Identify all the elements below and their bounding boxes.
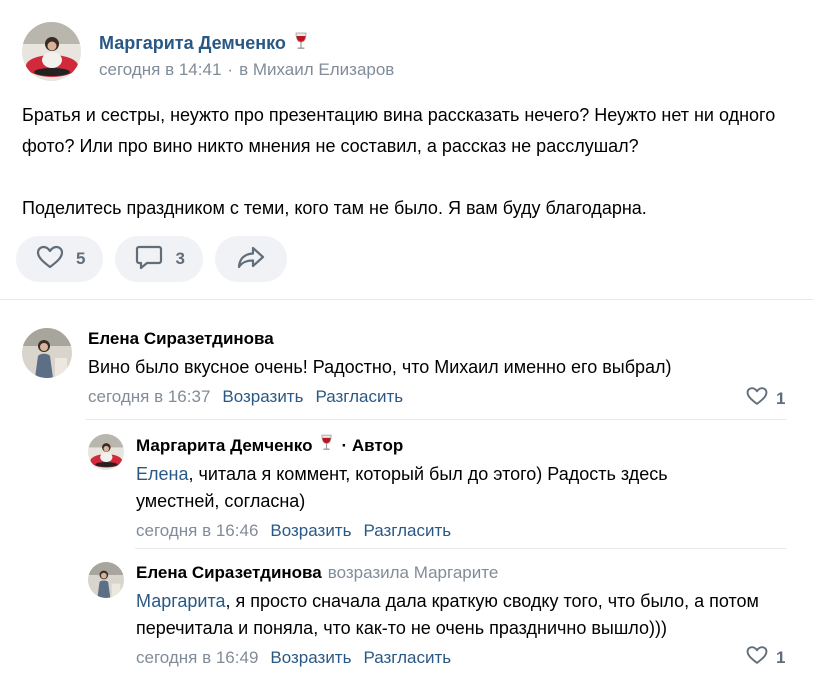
comment-footer: сегодня в 16:37 Возразить Разгласить [88, 387, 672, 407]
comment-count: 3 [175, 249, 185, 268]
mention-link[interactable]: Маргарита [136, 591, 226, 611]
comment-author[interactable]: Елена Сиразетдинова возразила Маргарите [136, 562, 786, 584]
comment-text: Маргарита, я просто сначала дала краткую… [136, 588, 786, 642]
wine-glass-icon [320, 434, 333, 457]
comment-text-content: , я просто сначала дала краткую сводку т… [136, 591, 759, 638]
reply-link[interactable]: Возразить [270, 521, 351, 541]
comment-like-button[interactable]: 1 [746, 386, 785, 411]
post-author-name[interactable]: Маргарита Демченко [99, 32, 394, 54]
divider [135, 548, 786, 549]
post-subtitle: сегодня в 14:41 · в Михаил Елизаров [99, 60, 394, 80]
comment-like-count: 1 [776, 388, 786, 408]
reply-item: Елена Сиразетдинова возразила Маргарите … [88, 562, 786, 668]
comment-item: Елена Сиразетдинова Вино было вкусное оч… [22, 328, 672, 407]
share-button[interactable] [214, 236, 287, 282]
like-count: 5 [76, 249, 86, 268]
post-text: Братья и сестры, неужто про презентацию … [22, 100, 802, 224]
share-link[interactable]: Разгласить [363, 521, 451, 541]
post-date[interactable]: сегодня в 14:41 [99, 60, 221, 79]
post-actions: 5 3 [16, 236, 287, 282]
comment-text-content: , читала я коммент, который был до этого… [136, 464, 668, 511]
post-location[interactable]: в Михаил Елизаров [239, 60, 394, 79]
avatar[interactable] [88, 562, 124, 598]
comment-author-label[interactable]: Маргарита Демченко [136, 435, 312, 457]
comment-date[interactable]: сегодня в 16:37 [88, 387, 210, 407]
post-header: Маргарита Демченко сегодня в 14:41 · в Мих… [22, 22, 394, 81]
comment-button[interactable]: 3 [115, 236, 203, 282]
wine-glass-icon [294, 32, 308, 54]
comment-footer: сегодня в 16:46 Возразить Разгласить [136, 521, 736, 541]
comment-icon [135, 244, 163, 275]
comment-date[interactable]: сегодня в 16:49 [136, 648, 258, 668]
post-author-label[interactable]: Маргарита Демченко [99, 33, 286, 53]
comment-text-content: Вино было вкусное очень! Радостно, что М… [88, 357, 672, 377]
like-button[interactable]: 5 [16, 236, 104, 282]
comment-like-button[interactable]: 1 [746, 645, 785, 670]
share-link[interactable]: Разгласить [315, 387, 403, 407]
comment-author-label[interactable]: Елена Сиразетдинова [136, 562, 322, 584]
divider [0, 299, 813, 300]
separator: · [227, 60, 234, 79]
author-badge: · Автор [341, 435, 404, 455]
reply-to-label[interactable]: возразила Маргарите [328, 562, 499, 584]
post-paragraph-1: Братья и сестры, неужто про презентацию … [22, 105, 776, 156]
reply-item: Маргарита Демченко · Автор Елена, читала… [88, 434, 736, 541]
reply-link[interactable]: Возразить [270, 648, 351, 668]
avatar[interactable] [88, 434, 124, 470]
comment-author-label[interactable]: Елена Сиразетдинова [88, 328, 274, 350]
comment-footer: сегодня в 16:49 Возразить Разгласить [136, 648, 786, 668]
mention-link[interactable]: Елена [136, 464, 188, 484]
heart-icon [36, 245, 64, 274]
comment-text: Вино было вкусное очень! Радостно, что М… [88, 354, 672, 381]
avatar[interactable] [22, 328, 72, 378]
comment-like-count: 1 [776, 647, 786, 667]
heart-icon [746, 386, 768, 411]
heart-icon [746, 645, 768, 670]
share-arrow-icon [236, 245, 266, 274]
comment-date[interactable]: сегодня в 16:46 [136, 521, 258, 541]
comment-author[interactable]: Маргарита Демченко · Автор [136, 434, 736, 457]
post-paragraph-2: Поделитесь праздником с теми, кого там н… [22, 198, 647, 218]
comment-author[interactable]: Елена Сиразетдинова [88, 328, 672, 350]
divider [86, 419, 786, 420]
comment-text: Елена, читала я коммент, который был до … [136, 461, 736, 515]
avatar[interactable] [22, 22, 81, 81]
share-link[interactable]: Разгласить [363, 648, 451, 668]
reply-link[interactable]: Возразить [222, 387, 303, 407]
